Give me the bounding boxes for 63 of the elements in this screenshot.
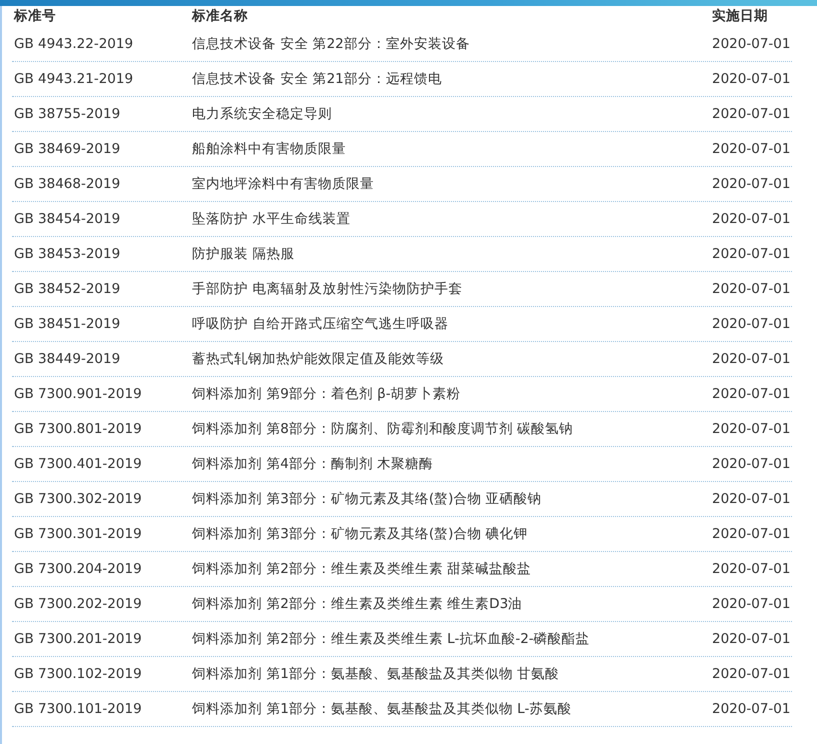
table-cell: 2020-07-01 xyxy=(712,36,790,52)
table-cell: GB 7300.301-2019 xyxy=(14,526,142,542)
table-cell: 2020-07-01 xyxy=(712,350,790,367)
table-cell: 2020-07-01 xyxy=(712,106,790,122)
table-cell: 饲料添加剂 第8部分：防腐剂、防霉剂和酸度调节剂 碳酸氢钠 xyxy=(192,420,574,437)
table-cell: GB 7300.202-2019 xyxy=(14,596,142,612)
table-cell: GB 38453-2019 xyxy=(14,246,120,262)
table-cell: 饲料添加剂 第3部分：矿物元素及其络(螯)合物 亚硒酸钠 xyxy=(192,490,542,507)
table-cell: GB 7300.302-2019 xyxy=(14,490,142,507)
table-cell: 蓄热式轧钢加热炉能效限定值及能效等级 xyxy=(192,350,444,367)
table-cell: 2020-07-01 xyxy=(712,666,790,682)
table-cell: GB 38469-2019 xyxy=(14,140,120,157)
table-cell: GB 7300.101-2019 xyxy=(14,700,142,717)
table-cell: 2020-07-01 xyxy=(712,316,790,332)
table-cell: 手部防护 电离辐射及放射性污染物防护手套 xyxy=(192,280,462,297)
table-cell: GB 38755-2019 xyxy=(14,106,120,122)
table-cell: GB 38454-2019 xyxy=(14,210,120,227)
table-cell: GB 4943.22-2019 xyxy=(14,36,134,52)
table-cell: GB 38451-2019 xyxy=(14,316,120,332)
table-cell: GB 38449-2019 xyxy=(14,350,120,367)
table-cell: GB 7300.204-2019 xyxy=(14,560,142,577)
table-cell: 船舶涂料中有害物质限量 xyxy=(192,140,346,157)
table-cell: 2020-07-01 xyxy=(712,140,790,157)
table-cell: 防护服装 隔热服 xyxy=(192,246,294,262)
table-cell: 坠落防护 水平生命线装置 xyxy=(192,210,350,227)
table-cell: 2020-07-01 xyxy=(712,420,790,437)
table-cell: 饲料添加剂 第4部分：酶制剂 木聚糖酶 xyxy=(192,456,434,472)
table-cell: 2020-07-01 xyxy=(712,596,790,612)
table-cell: 2020-07-01 xyxy=(712,386,790,402)
table-cell: 2020-07-01 xyxy=(712,630,790,647)
table-cell: 信息技术设备 安全 第22部分：室外安装设备 xyxy=(192,36,470,52)
table-cell: 2020-07-01 xyxy=(712,210,790,227)
table-cell: 2020-07-01 xyxy=(712,176,790,192)
table-cell: 2020-07-01 xyxy=(712,456,790,472)
table-cell: 饲料添加剂 第1部分：氨基酸、氨基酸盐及其类似物 甘氨酸 xyxy=(192,666,560,682)
table-cell: GB 7300.901-2019 xyxy=(14,386,142,402)
table-cell: 饲料添加剂 第9部分：着色剂 β-胡萝卜素粉 xyxy=(192,386,461,402)
table-cell: GB 7300.401-2019 xyxy=(14,456,142,472)
column-header: 标准号 xyxy=(14,8,56,24)
table-cell: GB 7300.102-2019 xyxy=(14,666,142,682)
table-cell: 饲料添加剂 第2部分：维生素及类维生素 L-抗坏血酸-2-磷酸酯盐 xyxy=(192,630,590,647)
table-cell: 2020-07-01 xyxy=(712,246,790,262)
table-cell: 饲料添加剂 第2部分：维生素及类维生素 甜菜碱盐酸盐 xyxy=(192,560,532,577)
table-cell: 饲料添加剂 第1部分：氨基酸、氨基酸盐及其类似物 L-苏氨酸 xyxy=(192,700,572,717)
table-cell: 电力系统安全稳定导则 xyxy=(192,106,332,122)
table-cell: GB 7300.801-2019 xyxy=(14,420,142,437)
column-header: 标准名称 xyxy=(192,8,248,24)
table-cell: 饲料添加剂 第2部分：维生素及类维生素 维生素D3油 xyxy=(192,596,522,612)
table-cell: 2020-07-01 xyxy=(712,280,790,297)
table-cell: 2020-07-01 xyxy=(712,490,790,507)
table-cell: GB 38468-2019 xyxy=(14,176,120,192)
table-cell: 饲料添加剂 第3部分：矿物元素及其络(螯)合物 碘化钾 xyxy=(192,526,528,542)
table-cell: 室内地坪涂料中有害物质限量 xyxy=(192,176,374,192)
table-cell: 2020-07-01 xyxy=(712,526,790,542)
table-cell: 信息技术设备 安全 第21部分：远程馈电 xyxy=(192,70,442,87)
table-cell: 2020-07-01 xyxy=(712,560,790,577)
table-cell: GB 7300.201-2019 xyxy=(14,630,142,647)
table-cell: GB 38452-2019 xyxy=(14,280,120,297)
table-cell: 2020-07-01 xyxy=(712,700,790,717)
table-cell: 呼吸防护 自给开路式压缩空气逃生呼吸器 xyxy=(192,316,448,332)
table-cell: 2020-07-01 xyxy=(712,70,790,87)
table-cell: GB 4943.21-2019 xyxy=(14,70,134,87)
column-header: 实施日期 xyxy=(712,8,768,24)
